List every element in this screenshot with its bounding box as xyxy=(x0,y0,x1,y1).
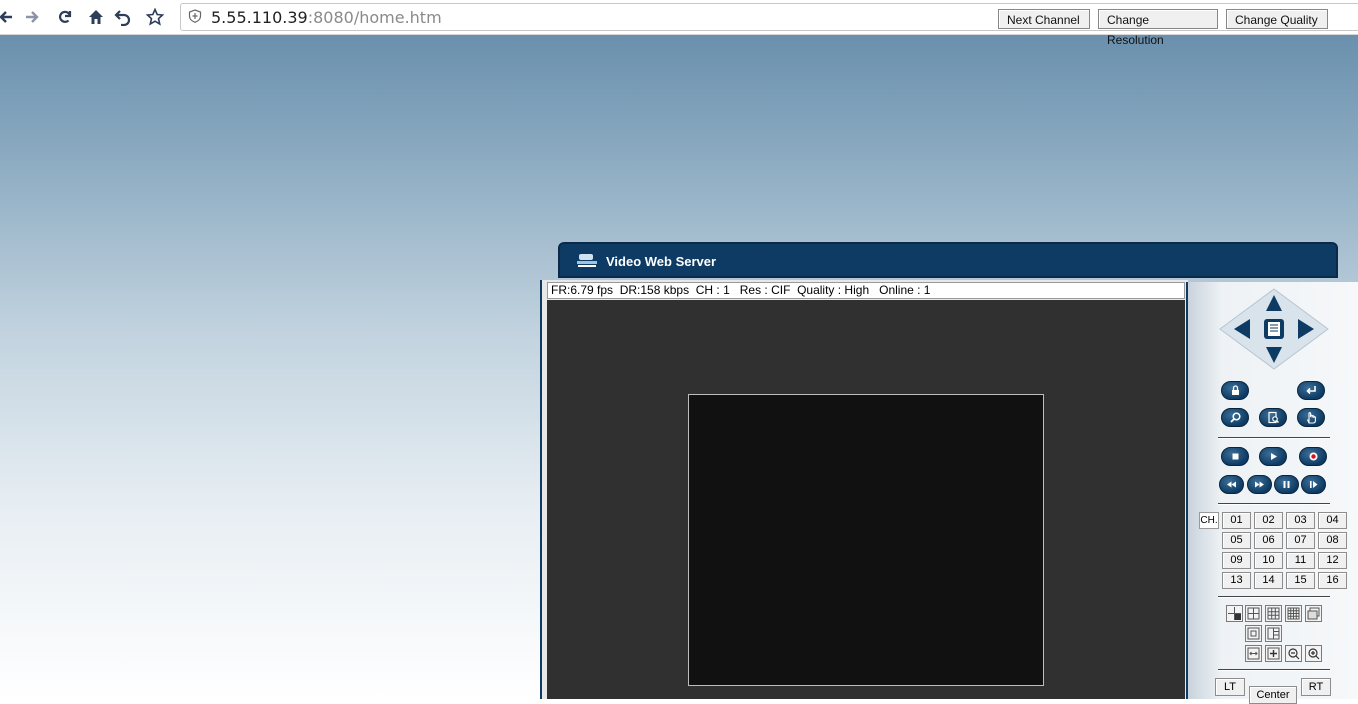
fullscreen-button[interactable] xyxy=(1245,645,1262,662)
play-button[interactable] xyxy=(1259,447,1287,466)
ptz-direction-pad[interactable] xyxy=(1218,287,1330,371)
quad-view-icon xyxy=(1247,607,1260,620)
bookmark-star-icon[interactable] xyxy=(144,6,166,28)
ptz-center-button[interactable]: Center xyxy=(1249,686,1297,704)
undo-icon[interactable] xyxy=(112,6,134,28)
pause-icon xyxy=(1283,481,1290,488)
back-arrow-icon[interactable] xyxy=(0,6,16,28)
url-path: :8080/home.htm xyxy=(307,8,442,27)
channel-button[interactable]: 02 xyxy=(1254,512,1283,529)
video-stream[interactable] xyxy=(688,394,1044,686)
channel-button[interactable]: 07 xyxy=(1286,532,1315,549)
record-icon xyxy=(1309,452,1317,461)
change-quality-button[interactable]: Change Quality xyxy=(1226,9,1328,29)
lock-button[interactable] xyxy=(1221,381,1249,400)
channel-button[interactable]: 09 xyxy=(1222,552,1251,569)
search-icon xyxy=(1229,412,1241,423)
pause-button[interactable] xyxy=(1274,475,1299,494)
search-button[interactable] xyxy=(1221,408,1249,427)
channel-button[interactable]: 01 xyxy=(1222,512,1251,529)
single-view-icon xyxy=(1228,607,1241,620)
add-button[interactable] xyxy=(1265,645,1282,662)
fast-forward-icon xyxy=(1255,481,1264,488)
zoom-in-icon xyxy=(1308,648,1320,660)
channel-label: CH. xyxy=(1199,512,1219,529)
ptz-left-top-button[interactable]: LT xyxy=(1215,678,1245,696)
pip-button[interactable] xyxy=(1245,625,1262,642)
shield-icon xyxy=(188,9,202,23)
channel-button[interactable]: 05 xyxy=(1222,532,1251,549)
layout-quad-button[interactable] xyxy=(1245,605,1262,622)
split-view-button[interactable] xyxy=(1265,625,1282,642)
channel-button[interactable]: 10 xyxy=(1254,552,1283,569)
channel-button[interactable]: 16 xyxy=(1318,572,1347,589)
layout-single-button[interactable] xyxy=(1226,605,1243,622)
document-search-icon xyxy=(1267,411,1279,424)
panel-divider xyxy=(1218,437,1330,439)
hand-pointer-icon xyxy=(1306,412,1316,424)
zoom-out-icon xyxy=(1288,648,1300,660)
channel-button[interactable]: 08 xyxy=(1318,532,1347,549)
layout-cascade-button[interactable] xyxy=(1305,605,1322,622)
lock-icon xyxy=(1231,385,1239,395)
record-button[interactable] xyxy=(1299,447,1327,466)
enter-icon xyxy=(1305,386,1316,395)
forward-arrow-icon[interactable] xyxy=(22,6,44,28)
server-logo-icon xyxy=(577,254,597,267)
next-channel-button[interactable]: Next Channel xyxy=(998,9,1090,29)
server-title-bar: Video Web Server xyxy=(558,242,1338,278)
picture-in-picture-icon xyxy=(1247,627,1260,640)
channel-button[interactable]: 15 xyxy=(1286,572,1315,589)
layout-sixteen-button[interactable] xyxy=(1285,605,1302,622)
fullscreen-icon xyxy=(1247,647,1260,660)
enter-button[interactable] xyxy=(1297,381,1325,400)
split-view-icon xyxy=(1267,627,1280,640)
status-bar: FR:6.79 fps DR:158 kbps CH : 1 Res : CIF… xyxy=(547,282,1185,299)
panel-divider xyxy=(1218,503,1330,505)
page-title: Video Web Server xyxy=(606,254,717,269)
channel-button[interactable]: 14 xyxy=(1254,572,1283,589)
channel-button[interactable]: 03 xyxy=(1286,512,1315,529)
channel-button[interactable]: 11 xyxy=(1286,552,1315,569)
channel-button[interactable]: 06 xyxy=(1254,532,1283,549)
channel-button[interactable]: 12 xyxy=(1318,552,1347,569)
zoom-out-button[interactable] xyxy=(1285,645,1302,662)
ptz-right-top-button[interactable]: RT xyxy=(1301,678,1331,696)
step-forward-icon xyxy=(1310,481,1318,488)
stop-button[interactable] xyxy=(1221,447,1249,466)
change-resolution-button[interactable]: Change Resolution xyxy=(1098,9,1218,47)
stop-icon xyxy=(1232,453,1238,460)
fast-forward-button[interactable] xyxy=(1247,475,1272,494)
step-forward-button[interactable] xyxy=(1301,475,1326,494)
sixteen-view-icon xyxy=(1287,607,1300,620)
plus-icon xyxy=(1267,647,1280,660)
rewind-button[interactable] xyxy=(1219,475,1244,494)
zoom-in-button[interactable] xyxy=(1305,645,1322,662)
channel-button[interactable]: 13 xyxy=(1222,572,1251,589)
layout-nine-button[interactable] xyxy=(1265,605,1282,622)
play-icon xyxy=(1270,453,1277,460)
rewind-icon xyxy=(1227,481,1236,488)
channel-button[interactable]: 04 xyxy=(1318,512,1347,529)
cascade-view-icon xyxy=(1307,607,1320,620)
reload-icon[interactable] xyxy=(54,6,76,28)
panel-divider xyxy=(1218,669,1330,671)
log-search-button[interactable] xyxy=(1259,408,1287,427)
panel-divider xyxy=(1218,596,1330,598)
nine-view-icon xyxy=(1267,607,1280,620)
home-icon[interactable] xyxy=(85,6,107,28)
hand-button[interactable] xyxy=(1297,408,1325,427)
url-host: 5.55.110.39 xyxy=(211,8,308,27)
url-text: 5.55.110.39:8080/home.htm xyxy=(211,8,442,27)
